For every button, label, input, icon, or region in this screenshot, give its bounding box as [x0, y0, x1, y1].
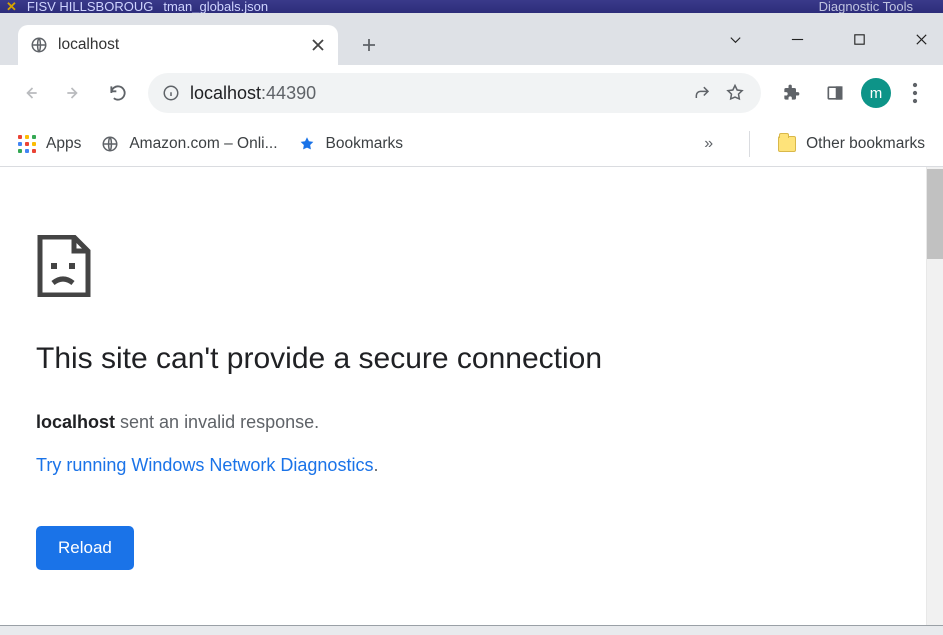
forward-button[interactable]	[56, 75, 92, 111]
share-icon	[693, 83, 713, 103]
tab-strip: localhost	[0, 13, 943, 65]
vs-title-fragment: FISV HILLSBOROUG	[27, 0, 153, 13]
new-tab-button[interactable]	[352, 28, 386, 62]
bookmarks-bar: Apps Amazon.com – Onli... Bookmarks » Ot…	[0, 121, 943, 167]
bookmark-bookmarks[interactable]: Bookmarks	[298, 135, 404, 153]
vs-close-icon: ✕	[6, 0, 17, 13]
star-icon	[298, 135, 316, 153]
reload-page-button[interactable]: Reload	[36, 526, 134, 570]
address-bar[interactable]: localhost:44390	[148, 73, 761, 113]
error-message-rest: sent an invalid response.	[115, 412, 319, 432]
url-port: :44390	[261, 83, 316, 104]
apps-label: Apps	[46, 135, 81, 153]
maximize-icon	[852, 32, 867, 47]
star-icon	[725, 83, 745, 103]
close-icon	[914, 32, 929, 47]
url-text: localhost:44390	[190, 83, 316, 104]
bookmarks-overflow-button[interactable]: »	[696, 135, 721, 153]
error-message: localhost sent an invalid response.	[36, 412, 700, 433]
minimize-icon	[790, 32, 805, 47]
maximize-button[interactable]	[845, 25, 873, 53]
toolbar: localhost:44390 m	[0, 65, 943, 121]
error-host: localhost	[36, 412, 115, 432]
side-panel-button[interactable]	[817, 75, 853, 111]
background-window-titlebar: ✕ FISV HILLSBOROUG tman_globals.json Dia…	[0, 0, 943, 13]
arrow-left-icon	[20, 83, 40, 103]
separator	[749, 131, 750, 157]
page-content: This site can't provide a secure connect…	[0, 167, 943, 634]
background-window-sliver	[0, 625, 943, 635]
profile-avatar[interactable]: m	[861, 78, 891, 108]
bookmark-star-button[interactable]	[723, 81, 747, 105]
puzzle-icon	[781, 83, 801, 103]
period: .	[373, 455, 378, 475]
vertical-scrollbar[interactable]	[926, 167, 943, 634]
bookmark-amazon[interactable]: Amazon.com – Onli...	[101, 135, 277, 153]
url-host: localhost	[190, 83, 261, 104]
tab-title: localhost	[58, 36, 119, 54]
reload-button[interactable]	[100, 75, 136, 111]
other-bookmarks-button[interactable]: Other bookmarks	[778, 135, 925, 153]
globe-icon	[30, 36, 48, 54]
info-icon[interactable]	[162, 84, 180, 102]
close-tab-icon[interactable]	[310, 37, 326, 53]
tab-search-button[interactable]	[721, 25, 749, 53]
close-window-button[interactable]	[907, 25, 935, 53]
menu-button[interactable]	[899, 77, 931, 109]
vs-diagnostic-tools: Diagnostic Tools	[819, 0, 943, 13]
folder-icon	[778, 136, 796, 152]
error-title: This site can't provide a secure connect…	[36, 342, 700, 376]
kebab-icon	[899, 77, 931, 109]
reload-icon	[108, 83, 128, 103]
sad-page-icon	[36, 235, 92, 297]
other-bookmarks-label: Other bookmarks	[806, 135, 925, 153]
apps-icon	[18, 135, 36, 153]
share-button[interactable]	[691, 81, 715, 105]
bookmark-label: Bookmarks	[326, 135, 404, 153]
avatar-letter: m	[870, 85, 883, 102]
extensions-button[interactable]	[773, 75, 809, 111]
globe-icon	[101, 135, 119, 153]
apps-shortcut[interactable]: Apps	[18, 135, 81, 153]
vs-title-fragment: tman_globals.json	[163, 0, 268, 13]
scrollbar-thumb[interactable]	[927, 169, 943, 259]
back-button[interactable]	[12, 75, 48, 111]
chevron-down-icon	[728, 32, 743, 47]
bookmark-label: Amazon.com – Onli...	[129, 135, 277, 153]
diagnostics-link[interactable]: Try running Windows Network Diagnostics	[36, 455, 373, 475]
panel-icon	[825, 83, 845, 103]
browser-tab[interactable]: localhost	[18, 25, 338, 65]
plus-icon	[361, 37, 377, 53]
minimize-button[interactable]	[783, 25, 811, 53]
arrow-right-icon	[64, 83, 84, 103]
